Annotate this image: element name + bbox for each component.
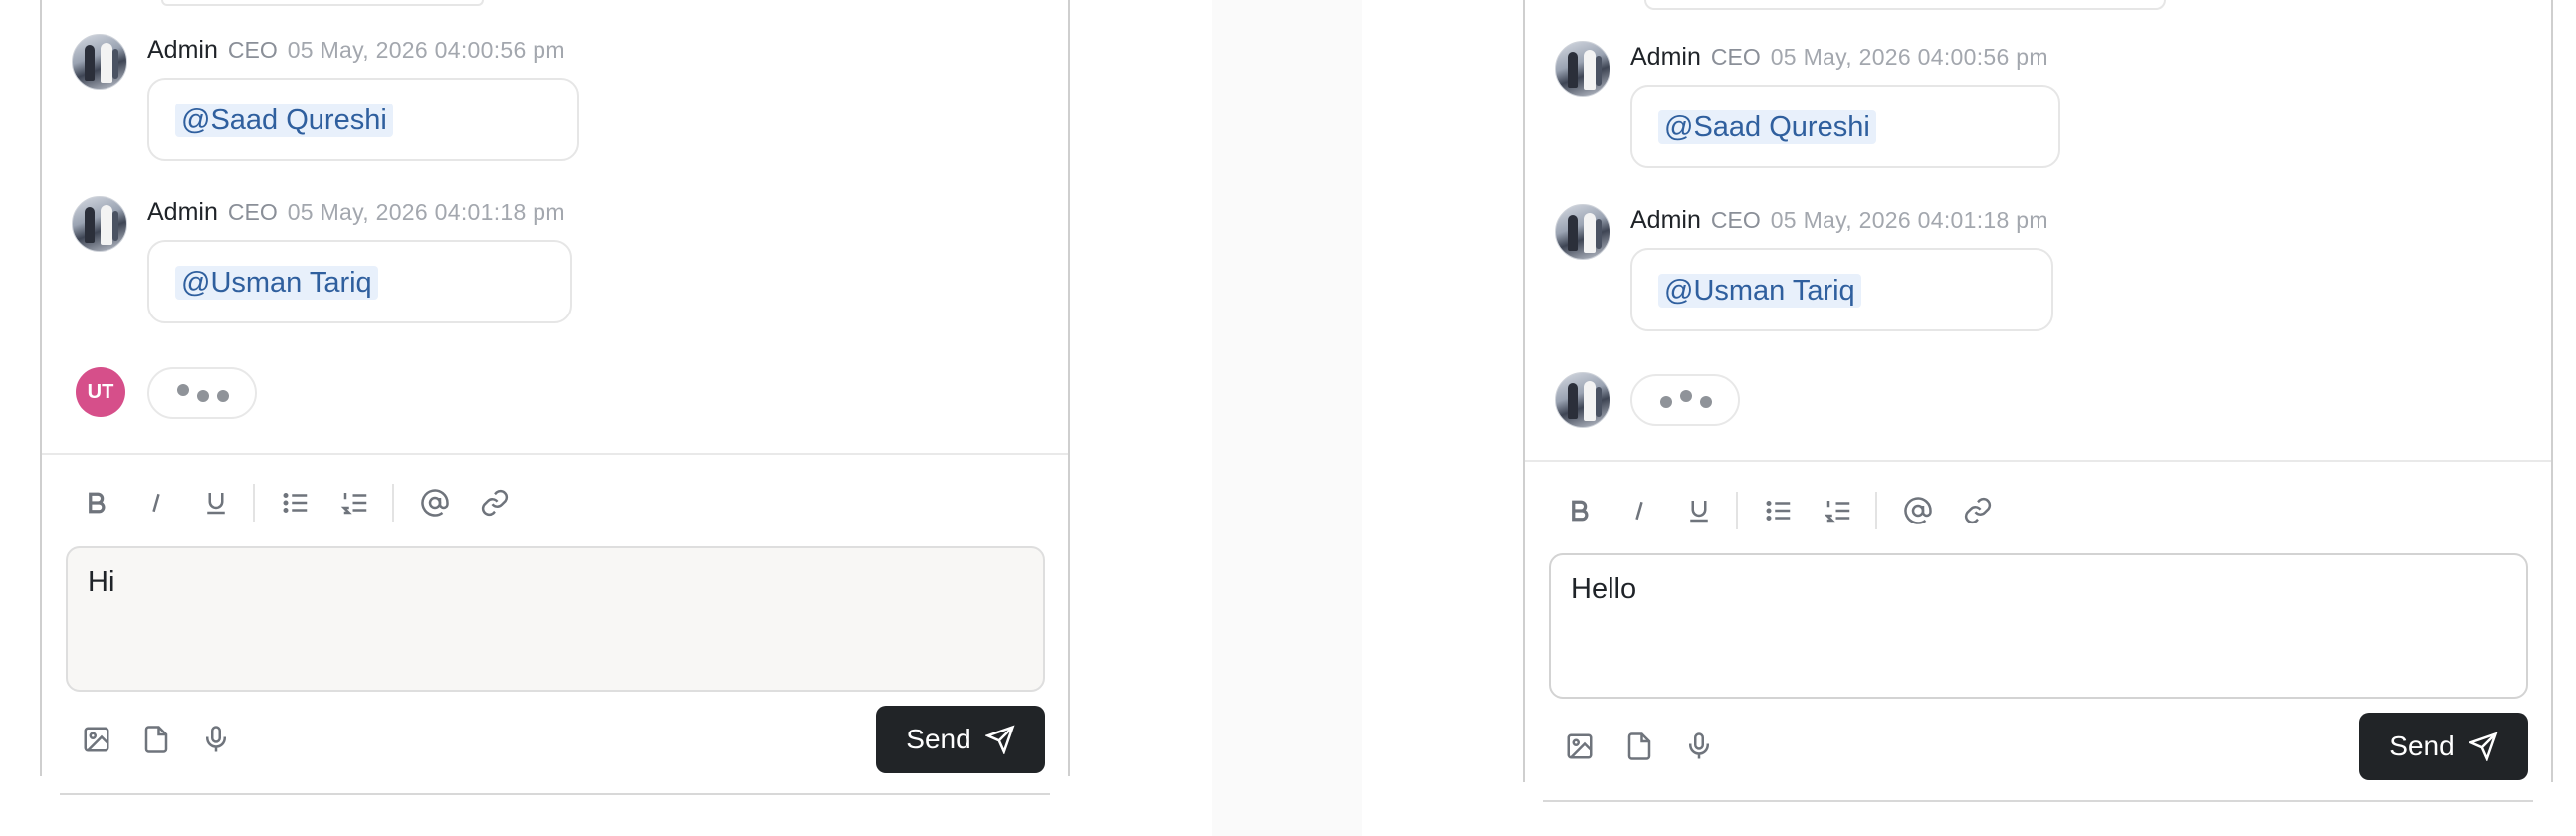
microphone-icon[interactable] — [191, 715, 241, 764]
chat-panel-left: Admin CEO 05 May, 2026 04:00:56 pm @Saad Q… — [40, 0, 1070, 776]
message-item: Admin CEO 05 May, 2026 04:00:56 pm @Saad Q… — [72, 34, 967, 163]
send-button[interactable]: Send — [876, 706, 1045, 773]
message-editor[interactable]: Hi — [66, 546, 1045, 692]
message-meta: Admin CEO 05 May, 2026 04:00:56 pm — [1630, 41, 2048, 73]
message-bubble: @Usman Tariq — [1630, 248, 2053, 331]
typing-dot — [177, 384, 189, 396]
numbered-list-icon[interactable] — [330, 478, 380, 527]
typing-user-avatar: UT — [76, 367, 125, 417]
message-editor[interactable]: Hello — [1549, 553, 2528, 699]
toolbar-separator — [1736, 492, 1738, 529]
typing-dot — [1660, 396, 1672, 408]
user-avatar[interactable] — [1555, 41, 1610, 97]
previous-message-bubble — [1644, 0, 2166, 10]
typing-dot — [1700, 396, 1712, 408]
file-icon[interactable] — [131, 715, 181, 764]
typing-indicator — [147, 367, 257, 419]
editor-text[interactable]: Hi — [88, 566, 114, 599]
underline-icon[interactable] — [191, 478, 241, 527]
sender-name: Admin — [147, 198, 218, 226]
toolbar-separator — [392, 484, 394, 522]
typing-dot — [197, 390, 209, 402]
user-avatar[interactable] — [1555, 204, 1610, 260]
bullet-list-icon[interactable] — [1754, 486, 1804, 535]
send-button-label: Send — [906, 724, 971, 754]
numbered-list-icon[interactable] — [1814, 486, 1863, 535]
typing-indicator-row: UT — [72, 367, 967, 423]
microphone-icon[interactable] — [1674, 722, 1724, 771]
send-button-label: Send — [2389, 731, 2455, 761]
message-timestamp: 05 May, 2026 04:00:56 pm — [1770, 44, 2048, 70]
background-gap — [1212, 0, 1362, 836]
composer-divider — [42, 453, 1068, 455]
typing-dot — [217, 390, 229, 402]
message-timestamp: 05 May, 2026 04:00:56 pm — [287, 37, 565, 63]
sender-role: CEO — [227, 37, 278, 63]
file-icon[interactable] — [1614, 722, 1664, 771]
message-meta: Admin CEO 05 May, 2026 04:01:18 pm — [147, 196, 565, 228]
sender-name: Admin — [147, 36, 218, 64]
bold-icon[interactable] — [72, 478, 121, 527]
attachment-toolbar — [1555, 722, 1754, 771]
typing-indicator-row — [1555, 372, 2451, 430]
italic-icon[interactable] — [1614, 486, 1664, 535]
link-icon[interactable] — [1953, 486, 2003, 535]
message-meta: Admin CEO 05 May, 2026 04:01:18 pm — [1630, 204, 2048, 236]
user-avatar[interactable] — [72, 34, 127, 90]
composer-divider — [1525, 460, 2551, 462]
mention-tag[interactable]: @Saad Qureshi — [175, 104, 393, 137]
user-avatar[interactable] — [72, 196, 127, 252]
message-bubble: @Usman Tariq — [147, 240, 572, 323]
message-meta: Admin CEO 05 May, 2026 04:00:56 pm — [147, 34, 565, 66]
underline-icon[interactable] — [1674, 486, 1724, 535]
message-timestamp: 05 May, 2026 04:01:18 pm — [287, 199, 565, 225]
message-item: Admin CEO 05 May, 2026 04:00:56 pm @Saad Q… — [1555, 41, 2451, 170]
message-bubble: @Saad Qureshi — [147, 78, 579, 161]
editor-text[interactable]: Hello — [1571, 573, 1636, 606]
bold-icon[interactable] — [1555, 486, 1605, 535]
message-item: Admin CEO 05 May, 2026 04:01:18 pm @Usman … — [72, 196, 967, 325]
send-icon — [984, 725, 1015, 754]
image-icon[interactable] — [1555, 722, 1605, 771]
image-icon[interactable] — [72, 715, 121, 764]
panel-bottom-edge — [60, 793, 1050, 795]
mention-tag[interactable]: @Usman Tariq — [1658, 274, 1861, 308]
send-button[interactable]: Send — [2359, 713, 2528, 780]
mention-icon[interactable] — [1893, 486, 1943, 535]
italic-icon[interactable] — [131, 478, 181, 527]
attachment-toolbar — [72, 715, 271, 764]
panel-bottom-edge — [1543, 800, 2533, 802]
message-timestamp: 05 May, 2026 04:01:18 pm — [1770, 207, 2048, 233]
sender-role: CEO — [1710, 44, 1761, 70]
typing-indicator — [1630, 374, 1740, 426]
sender-name: Admin — [1630, 43, 1701, 71]
previous-message-bubble — [161, 0, 484, 6]
mention-tag[interactable]: @Usman Tariq — [175, 266, 378, 300]
chat-panel-right: Admin CEO 05 May, 2026 04:00:56 pm @Saad Q… — [1523, 0, 2553, 782]
typing-dot — [1680, 390, 1692, 402]
link-icon[interactable] — [470, 478, 520, 527]
message-item: Admin CEO 05 May, 2026 04:01:18 pm @Usman … — [1555, 204, 2451, 333]
formatting-toolbar — [1555, 486, 2052, 535]
toolbar-separator — [253, 484, 255, 522]
sender-role: CEO — [1710, 207, 1761, 233]
toolbar-separator — [1875, 492, 1877, 529]
sender-role: CEO — [227, 199, 278, 225]
mention-icon[interactable] — [410, 478, 460, 527]
message-bubble: @Saad Qureshi — [1630, 85, 2060, 168]
formatting-toolbar — [72, 478, 569, 527]
sender-name: Admin — [1630, 206, 1701, 234]
mention-tag[interactable]: @Saad Qureshi — [1658, 110, 1876, 144]
send-icon — [2468, 732, 2498, 761]
bullet-list-icon[interactable] — [271, 478, 321, 527]
typing-user-avatar — [1555, 372, 1610, 428]
